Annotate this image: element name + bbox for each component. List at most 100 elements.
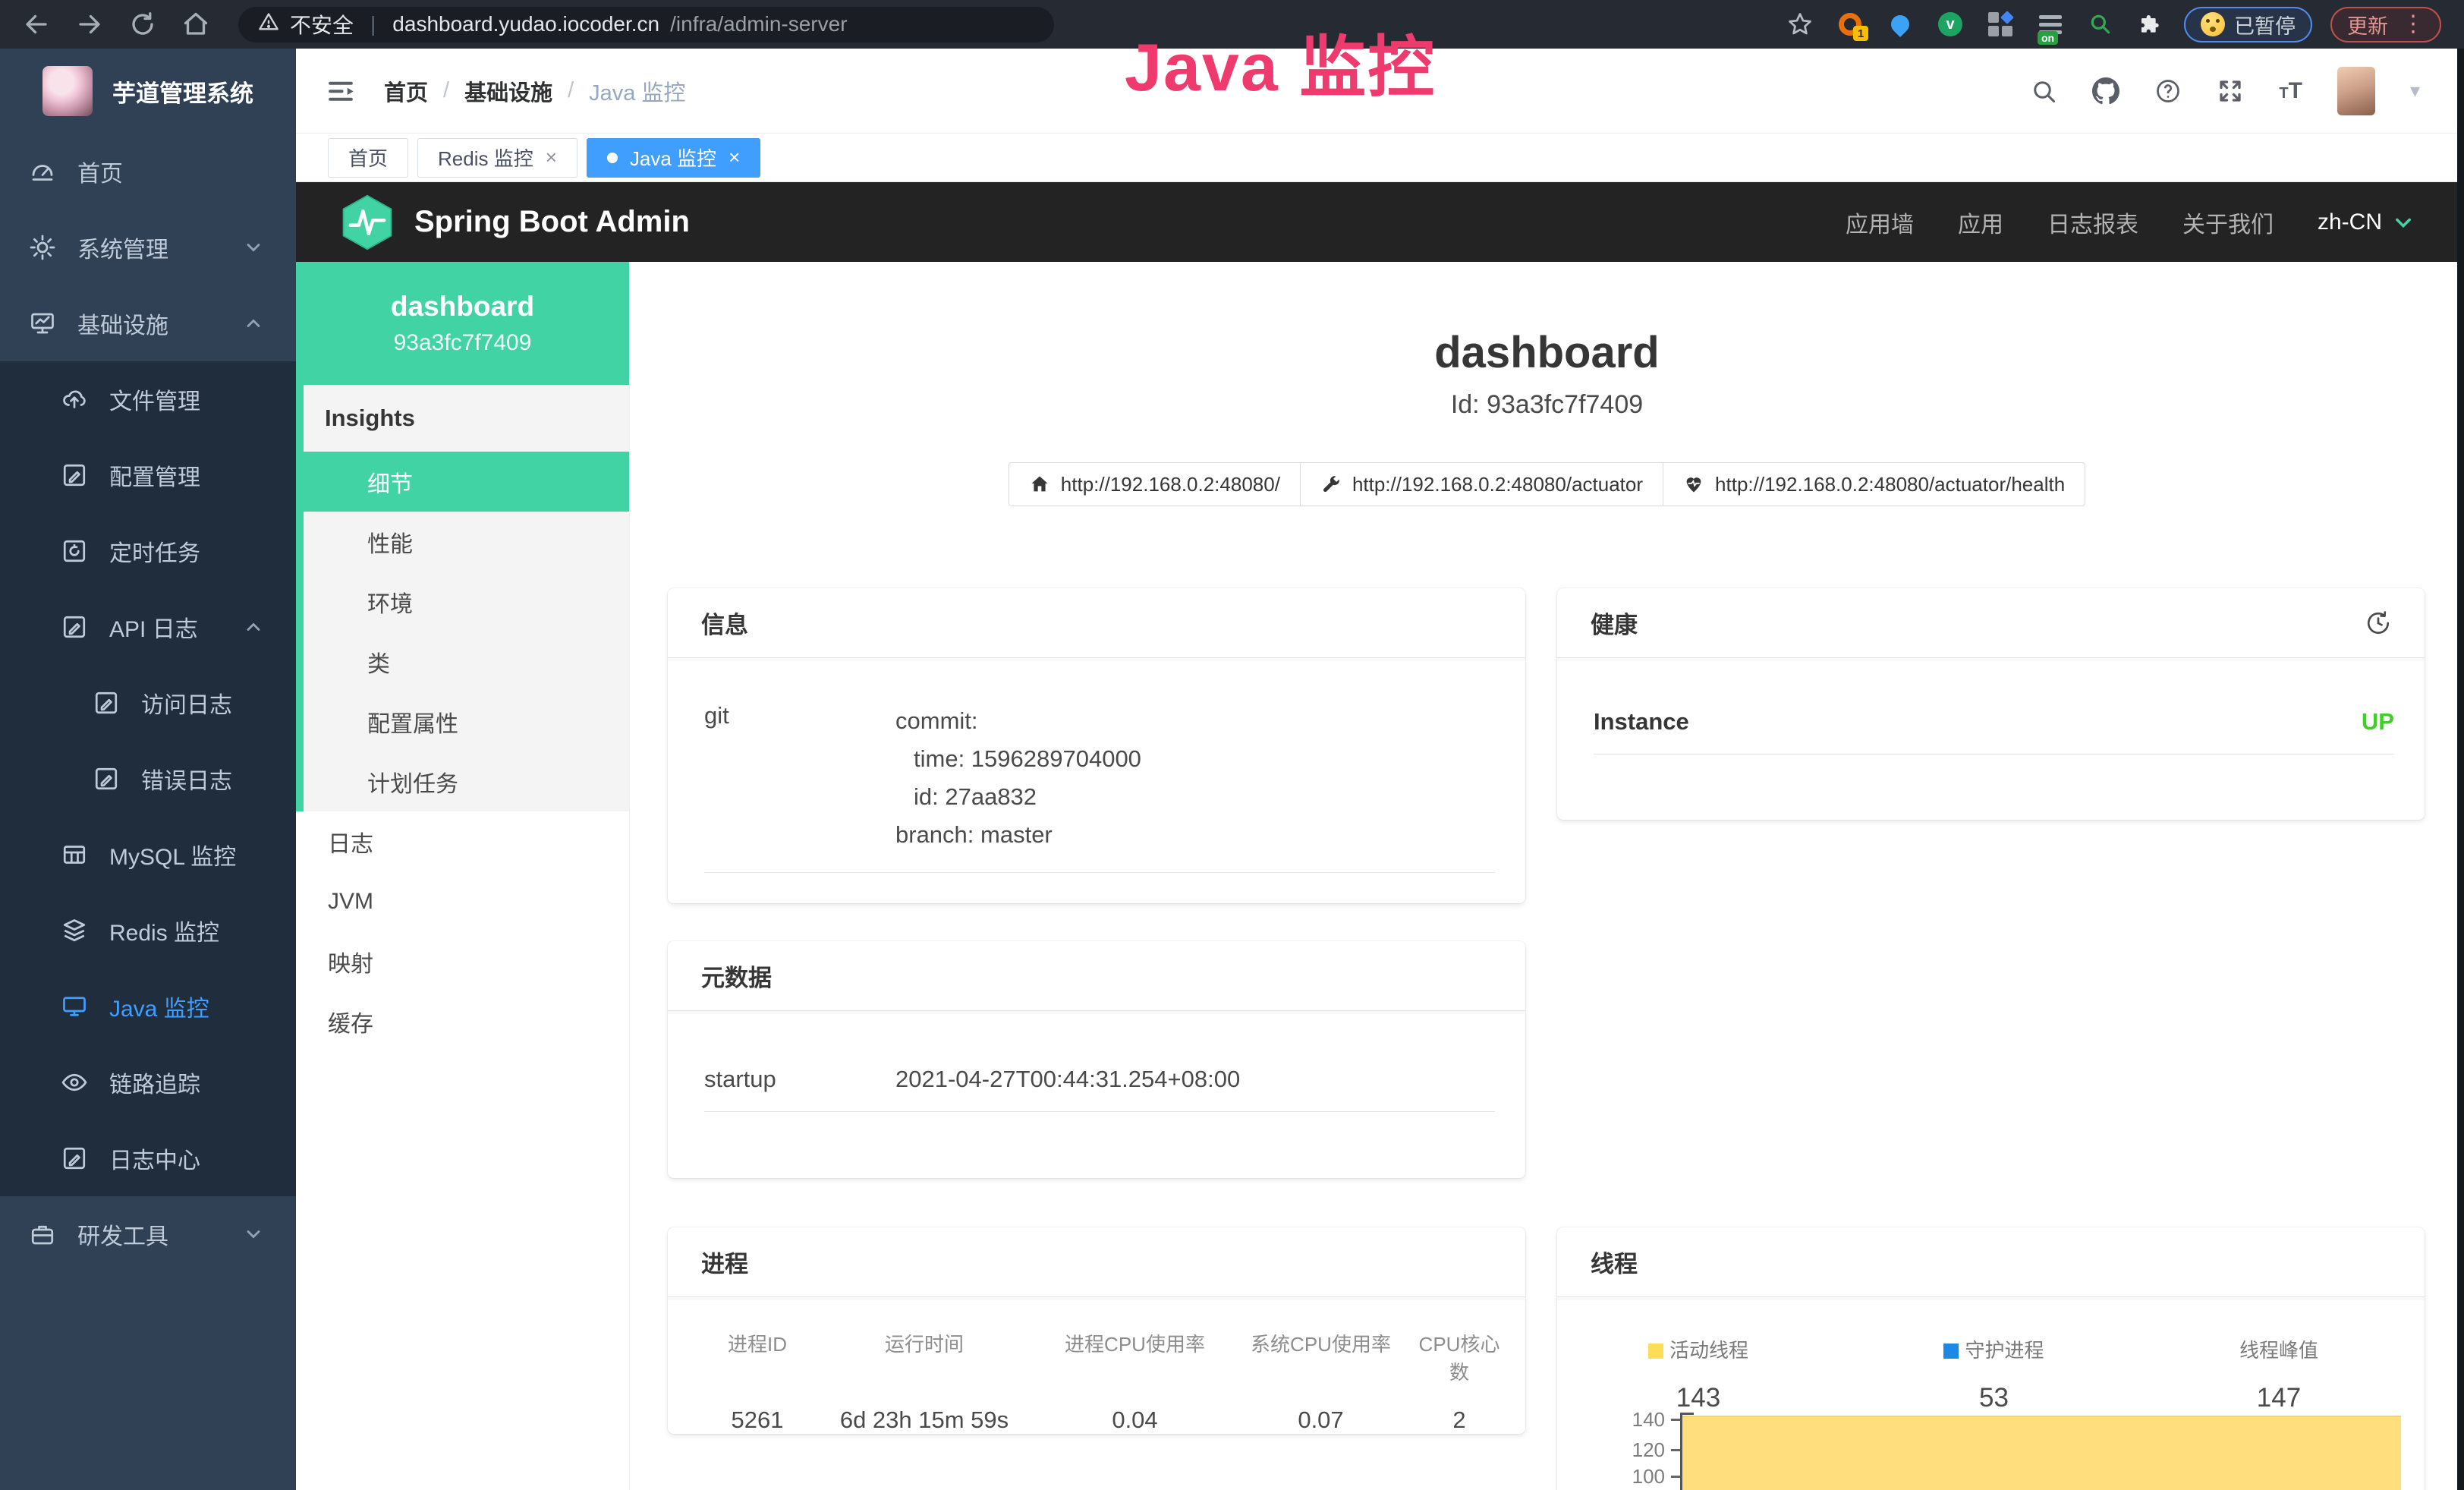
- font-size-icon[interactable]: TT: [2279, 78, 2302, 104]
- home-icon[interactable]: [182, 11, 209, 38]
- url-path: /infra/admin-server: [670, 12, 847, 36]
- reload-icon[interactable]: [129, 11, 156, 38]
- sidebar-item-label: 访问日志: [141, 686, 232, 720]
- sidebar-item-dev-tools[interactable]: 研发工具: [0, 1196, 296, 1272]
- extension-v-icon[interactable]: v: [1937, 11, 1964, 38]
- process-table-header: 进程ID 运行时间 进程CPU使用率 系统CPU使用率 CPU核心数: [704, 1329, 1495, 1385]
- extension-list-icon[interactable]: on: [2037, 11, 2064, 38]
- edit-icon: [61, 613, 88, 641]
- sba-menu-mappings[interactable]: 映射: [296, 931, 629, 991]
- search-icon[interactable]: [2030, 77, 2057, 105]
- gear-icon: [29, 234, 56, 261]
- peak-threads-stat: 线程峰值 147: [2239, 1335, 2318, 1413]
- extension-orange-icon[interactable]: 1: [1836, 11, 1864, 38]
- collapse-menu-icon[interactable]: [325, 75, 357, 107]
- breadcrumb-infra[interactable]: 基础设施: [464, 75, 552, 107]
- help-icon[interactable]: [2154, 77, 2182, 105]
- monitor-chart-icon: [29, 310, 56, 337]
- row-label: Instance: [1594, 708, 1689, 736]
- sidebar-item-files[interactable]: 文件管理: [0, 361, 296, 437]
- tab-java-monitor[interactable]: Java 监控 ×: [587, 138, 760, 178]
- forward-icon[interactable]: [76, 11, 103, 38]
- table-icon: [61, 841, 88, 868]
- address-bar[interactable]: 不安全 | dashboard.yudao.iocoder.cn/infra/a…: [238, 7, 1054, 43]
- sba-menu-config-props[interactable]: 配置属性: [304, 691, 629, 751]
- sidebar-item-error-log[interactable]: 错误日志: [0, 741, 296, 817]
- health-url: http://192.168.0.2:48080/actuator/health: [1715, 473, 2065, 496]
- sba-menu-scheduled-tasks[interactable]: 计划任务: [304, 751, 629, 811]
- live-threads-area: [1682, 1416, 2401, 1490]
- sba-app-name: dashboard: [391, 291, 534, 323]
- tag-view-bar: 首页 Redis 监控 × Java 监控 ×: [296, 134, 2464, 182]
- sidebar-item-system[interactable]: 系统管理: [0, 209, 296, 285]
- paused-pill[interactable]: 已暂停: [2184, 7, 2312, 43]
- sba-menu-caches[interactable]: 缓存: [296, 991, 629, 1051]
- sidebar-item-access-log[interactable]: 访问日志: [0, 665, 296, 741]
- bookmark-star-icon[interactable]: [1786, 11, 1814, 38]
- chevron-down-icon[interactable]: ▾: [2410, 79, 2420, 102]
- sba-menu-classes[interactable]: 类: [304, 632, 629, 691]
- sba-locale-select[interactable]: zh-CN: [2318, 209, 2414, 235]
- card-title: 健康: [1591, 606, 1638, 640]
- sba-nav-journal[interactable]: 日志报表: [2047, 206, 2138, 239]
- sidebar-item-config[interactable]: 配置管理: [0, 437, 296, 513]
- sba-menu-metrics[interactable]: 性能: [304, 512, 629, 572]
- extensions-puzzle-icon[interactable]: [2137, 11, 2164, 38]
- sba-nav-wallboard[interactable]: 应用墙: [1846, 206, 1914, 239]
- update-button[interactable]: 更新 ⋮: [2330, 7, 2441, 43]
- breadcrumb-home[interactable]: 首页: [384, 75, 428, 107]
- threads-stats: 活动线程 143 守护进程 53 线程峰值 147: [1557, 1328, 2425, 1413]
- close-icon[interactable]: ×: [729, 146, 740, 169]
- on-badge: on: [2038, 31, 2058, 45]
- sidebar-item-infra[interactable]: 基础设施: [0, 285, 296, 361]
- back-icon[interactable]: [23, 11, 50, 38]
- live-threads-stat: 活动线程 143: [1648, 1335, 1748, 1413]
- health-card: 健康 Instance UP: [1557, 588, 2425, 820]
- sba-menu-environment[interactable]: 环境: [304, 572, 629, 632]
- sba-nav-about[interactable]: 关于我们: [2182, 206, 2274, 239]
- breadcrumb: 首页 / 基础设施 / Java 监控: [384, 75, 685, 107]
- row-label: git: [704, 702, 895, 854]
- user-avatar[interactable]: [2337, 67, 2375, 115]
- cpu-count-value: 2: [1410, 1407, 1509, 1434]
- sidebar-item-redis[interactable]: Redis 监控: [0, 893, 296, 969]
- sidebar-item-java-monitor[interactable]: Java 监控: [0, 969, 296, 1044]
- sba-app-id: 93a3fc7f7409: [394, 330, 532, 356]
- service-url-button[interactable]: http://192.168.0.2:48080/: [1009, 462, 1301, 506]
- close-icon[interactable]: ×: [546, 146, 557, 169]
- process-card: 进程 进程ID 运行时间 进程CPU使用率 系统CPU使用率 CPU核心数 52…: [668, 1227, 1525, 1434]
- extension-grid-icon[interactable]: [1987, 11, 2014, 38]
- sidebar-item-label: 系统管理: [77, 231, 168, 264]
- sidebar-item-tracing[interactable]: 链路追踪: [0, 1044, 296, 1120]
- warning-icon[interactable]: [258, 11, 279, 38]
- sba-menu-logs[interactable]: 日志: [296, 811, 629, 871]
- sidebar-item-jobs[interactable]: 定时任务: [0, 513, 296, 589]
- app-logo-avatar: [42, 66, 93, 116]
- history-icon[interactable]: [2365, 610, 2391, 636]
- sba-nav-applications[interactable]: 应用: [1958, 206, 2003, 239]
- y-tick-140: 140: [1610, 1408, 1665, 1432]
- health-url-button[interactable]: http://192.168.0.2:48080/actuator/health: [1663, 462, 2085, 506]
- sba-menu-details[interactable]: 细节: [296, 452, 629, 512]
- sidebar-item-label: 配置管理: [109, 458, 200, 492]
- extension-pin-icon[interactable]: [1887, 11, 1914, 38]
- sidebar-item-api-log[interactable]: API 日志: [0, 589, 296, 665]
- actuator-url-button[interactable]: http://192.168.0.2:48080/actuator: [1300, 462, 1663, 506]
- tab-home[interactable]: 首页: [328, 138, 408, 178]
- browser-menu-icon[interactable]: ⋮: [2402, 13, 2425, 36]
- chevron-down-icon: [2393, 212, 2414, 233]
- sidebar-item-log-center[interactable]: 日志中心: [0, 1120, 296, 1196]
- sidebar-item-mysql[interactable]: MySQL 监控: [0, 817, 296, 893]
- window-right-edge[interactable]: [2457, 49, 2464, 1490]
- sidebar-item-home[interactable]: 首页: [0, 134, 296, 209]
- github-icon[interactable]: [2092, 77, 2119, 105]
- home-icon: [1029, 474, 1050, 495]
- metadata-card: 元数据 startup 2021-04-27T00:44:31.254+08:0…: [668, 941, 1525, 1178]
- app-logo-row: 芋道管理系统: [0, 49, 296, 134]
- tab-redis-monitor[interactable]: Redis 监控 ×: [417, 138, 577, 178]
- fullscreen-icon[interactable]: [2217, 77, 2244, 105]
- extension-magnifier-icon[interactable]: [2087, 11, 2114, 38]
- sba-menu-jvm[interactable]: JVM: [296, 871, 629, 931]
- sba-content: dashboard Id: 93a3fc7f7409 http://192.16…: [630, 262, 2464, 1490]
- row-label: startup: [704, 1066, 895, 1093]
